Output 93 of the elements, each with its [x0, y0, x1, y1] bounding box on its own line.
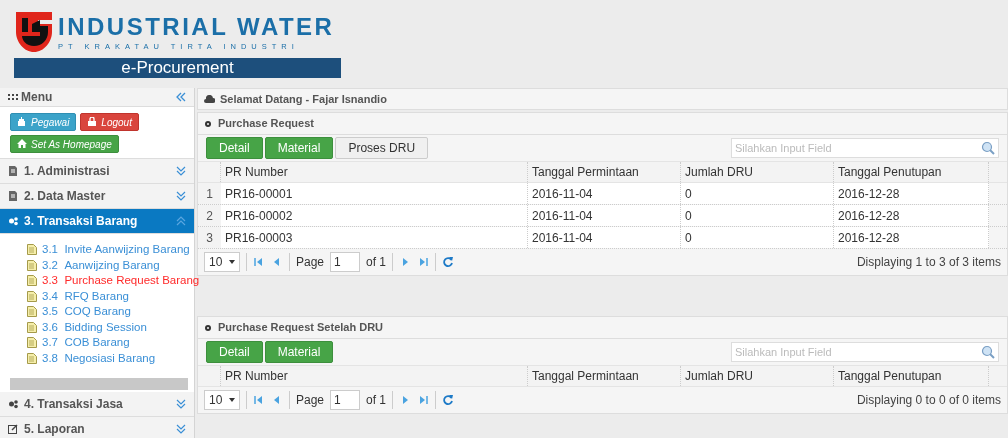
toolbar-button[interactable]: Proses DRU [335, 137, 429, 159]
document-icon [8, 191, 18, 201]
refresh-icon[interactable] [442, 256, 455, 268]
column-header[interactable]: PR Number [221, 366, 528, 386]
page-label: Page [296, 392, 325, 409]
page-icon [27, 244, 37, 256]
scrollbar[interactable] [10, 378, 188, 390]
gears-icon [8, 399, 18, 409]
welcome-text: Selamat Datang - Fajar Isnandio [220, 91, 387, 107]
page-icon [27, 321, 37, 333]
submenu-item[interactable]: 3.3 Purchase Request Barang [27, 273, 200, 289]
submenu-item[interactable]: 3.5 COQ Barang [27, 304, 131, 320]
page-icon [27, 352, 37, 364]
table-cell: 0 [681, 205, 834, 226]
panel-title: Purchase Request Setelah DRU [218, 320, 384, 336]
table-cell: 0 [681, 227, 834, 248]
page-size-select[interactable]: 10 [204, 390, 240, 410]
gears-icon [8, 216, 18, 226]
table-cell: 2016-11-04 [528, 183, 681, 204]
chevron-down-icon[interactable] [176, 424, 186, 434]
logout-button[interactable]: Logout [80, 113, 139, 131]
grid-icon [8, 94, 18, 100]
column-header[interactable]: Tanggal Permintaan [528, 162, 681, 182]
app-name-banner: e-Procurement [14, 58, 341, 78]
cloud-icon [204, 95, 215, 103]
chevron-up-icon[interactable] [176, 216, 186, 226]
collapse-icon[interactable] [176, 92, 186, 102]
table-cell: 2016-11-04 [528, 205, 681, 226]
submenu-item[interactable]: 3.1 Invite Aanwijzing Barang [27, 242, 190, 258]
table-cell: PR16-00001 [221, 183, 528, 204]
document-icon [8, 166, 18, 176]
page-icon [27, 290, 37, 302]
section-label: 5. Laporan [24, 421, 85, 438]
last-page-icon[interactable] [417, 395, 430, 405]
column-header[interactable]: PR Number [221, 162, 528, 182]
section-label: 4. Transaksi Jasa [24, 396, 123, 413]
logo-title: INDUSTRIAL WATER [58, 12, 335, 42]
page-icon [27, 259, 37, 271]
section-label: 3. Transaksi Barang [24, 213, 138, 230]
submenu-item[interactable]: 3.7 COB Barang [27, 335, 130, 351]
column-header[interactable]: Tanggal Penutupan [834, 162, 989, 182]
first-page-icon[interactable] [253, 257, 265, 267]
chevron-down-icon[interactable] [176, 166, 186, 176]
home-icon [17, 139, 27, 149]
submenu-item[interactable]: 3.2 Aanwijzing Barang [27, 257, 160, 273]
menu-title: Menu [21, 89, 53, 106]
page-field[interactable]: 1 [330, 252, 361, 272]
search-field[interactable]: Silahkan Input Field [731, 342, 999, 362]
page-icon [27, 306, 37, 318]
table-cell: PR16-00003 [221, 227, 528, 248]
submenu-item[interactable]: 3.6 Bidding Session [27, 319, 147, 335]
edit-icon [8, 424, 18, 434]
table-cell: 2016-12-28 [834, 227, 989, 248]
last-page-icon[interactable] [417, 257, 430, 267]
menu-section[interactable]: 2. Data Master [0, 184, 194, 209]
lock-icon [87, 117, 98, 127]
menu-section[interactable]: 1. Administrasi [0, 159, 194, 184]
page-icon [27, 337, 37, 349]
section-label: 2. Data Master [24, 188, 106, 205]
chevron-down-icon[interactable] [176, 191, 186, 201]
table-cell: PR16-00002 [221, 205, 528, 226]
column-header[interactable]: Jumlah DRU [681, 162, 834, 182]
chevron-down-icon[interactable] [176, 399, 186, 409]
dropdown-arrow-icon [229, 260, 235, 264]
pagination-info: Displaying 1 to 3 of 3 items [856, 254, 1001, 271]
search-icon[interactable] [981, 141, 995, 155]
page-icon [27, 275, 37, 287]
pagination-info: Displaying 0 to 0 of 0 items [856, 392, 1001, 409]
page-label: Page [296, 254, 325, 271]
table-cell: 0 [681, 183, 834, 204]
menu-section[interactable]: 4. Transaksi Jasa [0, 392, 194, 417]
refresh-icon[interactable] [442, 394, 455, 406]
submenu-item[interactable]: 3.8 Negosiasi Barang [27, 350, 156, 366]
dropdown-arrow-icon [229, 398, 235, 402]
page-field[interactable]: 1 [330, 390, 361, 410]
menu-section[interactable]: 3. Transaksi Barang [0, 209, 194, 234]
table-cell: 2016-11-04 [528, 227, 681, 248]
company-logo [14, 10, 54, 54]
section-label: 1. Administrasi [24, 163, 110, 180]
submenu-item[interactable]: 3.4 RFQ Barang [27, 288, 129, 304]
table-cell: 2016-12-28 [834, 205, 989, 226]
column-header[interactable]: Jumlah DRU [681, 366, 834, 386]
column-header[interactable]: Tanggal Permintaan [528, 366, 681, 386]
page-size-select[interactable]: 10 [204, 252, 240, 272]
panel-title: Purchase Request [218, 116, 314, 132]
page-count: of 1 [366, 254, 387, 271]
table-cell: 2016-12-28 [834, 183, 989, 204]
search-icon[interactable] [981, 345, 995, 359]
first-page-icon[interactable] [253, 395, 265, 405]
menu-section[interactable]: 5. Laporan [0, 417, 194, 438]
search-field[interactable]: Silahkan Input Field [731, 138, 999, 158]
page-count: of 1 [366, 392, 387, 409]
column-header[interactable]: Tanggal Penutupan [834, 366, 989, 386]
